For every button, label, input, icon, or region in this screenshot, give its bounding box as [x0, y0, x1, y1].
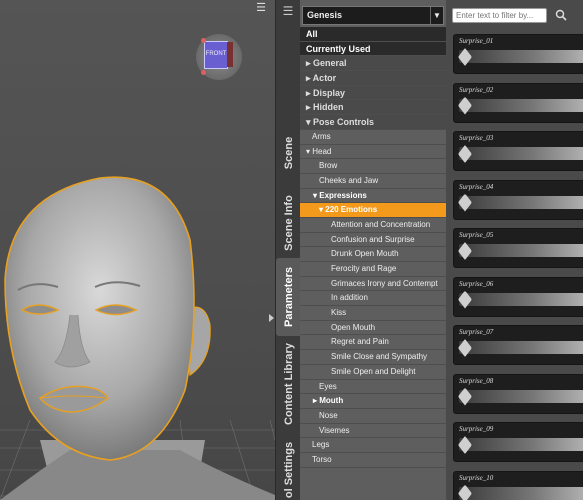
node-selector[interactable]: Genesis ▼ [302, 6, 444, 25]
cube-marker [201, 38, 206, 43]
tab-tool-settings[interactable]: ol Settings [276, 440, 301, 500]
slider-track[interactable] [458, 387, 583, 406]
tree-item[interactable]: ▸ Mouth [300, 394, 446, 409]
viewport-menu-icon[interactable]: ☰ [254, 2, 268, 14]
morph-slider[interactable]: Surprise_01 [453, 34, 583, 74]
slider-track[interactable] [458, 290, 583, 309]
slider-track[interactable] [458, 193, 583, 212]
pane-tab-strip: ☰ Scene Scene Info Parameters Content Li… [275, 0, 301, 500]
tree-item[interactable]: In addition [300, 291, 446, 307]
tree-item[interactable]: All [300, 27, 446, 42]
slider-handle[interactable] [458, 339, 472, 357]
tree-item[interactable]: Kiss [300, 306, 446, 321]
node-selector-value: Genesis [307, 10, 343, 20]
tree-item[interactable]: Currently Used [300, 41, 446, 57]
head-outline [4, 176, 195, 461]
tree-item[interactable]: Regret and Pain [300, 335, 446, 351]
slider-label: Surprise_09 [459, 425, 494, 433]
morph-slider[interactable]: Surprise_07 [453, 325, 583, 365]
tree-item[interactable]: Torso [300, 452, 446, 468]
slider-handle[interactable] [458, 193, 472, 212]
tab-scene[interactable]: Scene [276, 118, 301, 188]
slider-label: Surprise_02 [459, 85, 494, 94]
tree-item[interactable]: Visemes [300, 423, 446, 439]
tree-item[interactable]: Grimaces Irony and Contempt [300, 276, 446, 292]
morph-slider[interactable]: Surprise_03 [453, 131, 583, 171]
slider-handle[interactable] [458, 290, 472, 309]
tree-item[interactable]: ▸ Hidden [300, 100, 446, 116]
tree-item[interactable]: Attention and Concentration [300, 217, 446, 233]
viewport-3d[interactable]: ☰ FRONT [0, 0, 275, 500]
tree-item[interactable]: ▸ Display [300, 85, 446, 101]
slider-handle[interactable] [458, 96, 472, 115]
slider-track[interactable] [458, 339, 583, 357]
slider-track[interactable] [458, 48, 583, 66]
cube-front-face[interactable]: FRONT [204, 41, 228, 69]
slider-label: Surprise_10 [459, 473, 494, 482]
slider-label: Surprise_03 [459, 134, 494, 142]
tree-item[interactable]: Confusion and Surprise [300, 232, 446, 248]
slider-track[interactable] [458, 436, 583, 454]
slider-handle[interactable] [458, 436, 472, 454]
tree-item[interactable]: ▾ Pose Controls [300, 115, 446, 130]
parameters-pane: Surprise_01 Surprise_02 Surprise_03 Surpris… [446, 0, 583, 500]
morph-slider[interactable]: Surprise_09 [453, 422, 583, 462]
tree-item[interactable]: Cheeks and Jaw [300, 173, 446, 189]
slider-label: Surprise_07 [459, 328, 494, 336]
search-icon[interactable] [554, 9, 568, 23]
tree-item[interactable]: Smile Open and Delight [300, 364, 446, 380]
panel-collapse-arrow-icon[interactable] [268, 314, 274, 322]
tree-item[interactable]: ▸ General [300, 56, 446, 72]
filter-input[interactable] [452, 8, 547, 23]
tree-item[interactable]: Eyes [300, 379, 446, 395]
tree-item[interactable]: Open Mouth [300, 320, 446, 336]
slider-label: Surprise_05 [459, 231, 494, 239]
slider-handle[interactable] [458, 48, 472, 66]
figure-head[interactable] [0, 150, 275, 500]
slider-label: Surprise_06 [459, 279, 494, 288]
tree-item[interactable]: Legs [300, 438, 446, 453]
cube-marker [201, 70, 206, 75]
tree-item[interactable]: ▾ Expressions [300, 188, 446, 204]
tree-item[interactable]: Nose [300, 408, 446, 424]
tree-list: All Currently Used ▸ General ▸ Actor ▸ Displ… [300, 27, 446, 468]
tab-content-library[interactable]: Content Library [276, 336, 301, 432]
tree-item[interactable]: Drunk Open Mouth [300, 247, 446, 262]
tree-item[interactable]: Brow [300, 159, 446, 174]
cube-side-face[interactable] [227, 42, 233, 67]
tree-item[interactable]: ▾ 220 Emotions [300, 203, 446, 218]
morph-slider[interactable]: Surprise_05 [453, 228, 583, 268]
pane-menu-icon[interactable]: ☰ [280, 4, 296, 18]
tree-item[interactable]: ▸ Actor [300, 71, 446, 86]
slider-handle[interactable] [458, 145, 472, 163]
chevron-down-icon[interactable]: ▼ [430, 7, 443, 24]
tree-item[interactable]: Ferocity and Rage [300, 262, 446, 277]
slider-track[interactable] [458, 484, 583, 500]
tree-item[interactable]: Smile Close and Sympathy [300, 350, 446, 365]
tree-item[interactable]: Arms [300, 129, 446, 145]
slider-track[interactable] [458, 242, 583, 260]
morph-slider[interactable]: Surprise_06 [453, 276, 583, 317]
slider-handle[interactable] [458, 387, 472, 406]
morph-slider[interactable]: Surprise_02 [453, 82, 583, 123]
property-tree: Genesis ▼ All Currently Used ▸ General ▸ Ac… [300, 0, 446, 500]
slider-handle[interactable] [458, 242, 472, 260]
slider-label: Surprise_04 [459, 182, 494, 191]
slider-track[interactable] [458, 145, 583, 163]
slider-label: Surprise_08 [459, 376, 494, 385]
morph-slider[interactable]: Surprise_10 [453, 470, 583, 500]
slider-handle[interactable] [458, 484, 472, 500]
slider-track[interactable] [458, 96, 583, 115]
morph-slider[interactable]: Surprise_04 [453, 179, 583, 220]
tree-item[interactable]: ▾ Head [300, 144, 446, 160]
view-cube-icon[interactable]: FRONT [196, 34, 242, 80]
tab-parameters[interactable]: Parameters [276, 258, 301, 336]
morph-slider[interactable]: Surprise_08 [453, 373, 583, 414]
slider-label: Surprise_01 [459, 37, 494, 45]
tab-scene-info[interactable]: Scene Info [276, 188, 301, 258]
